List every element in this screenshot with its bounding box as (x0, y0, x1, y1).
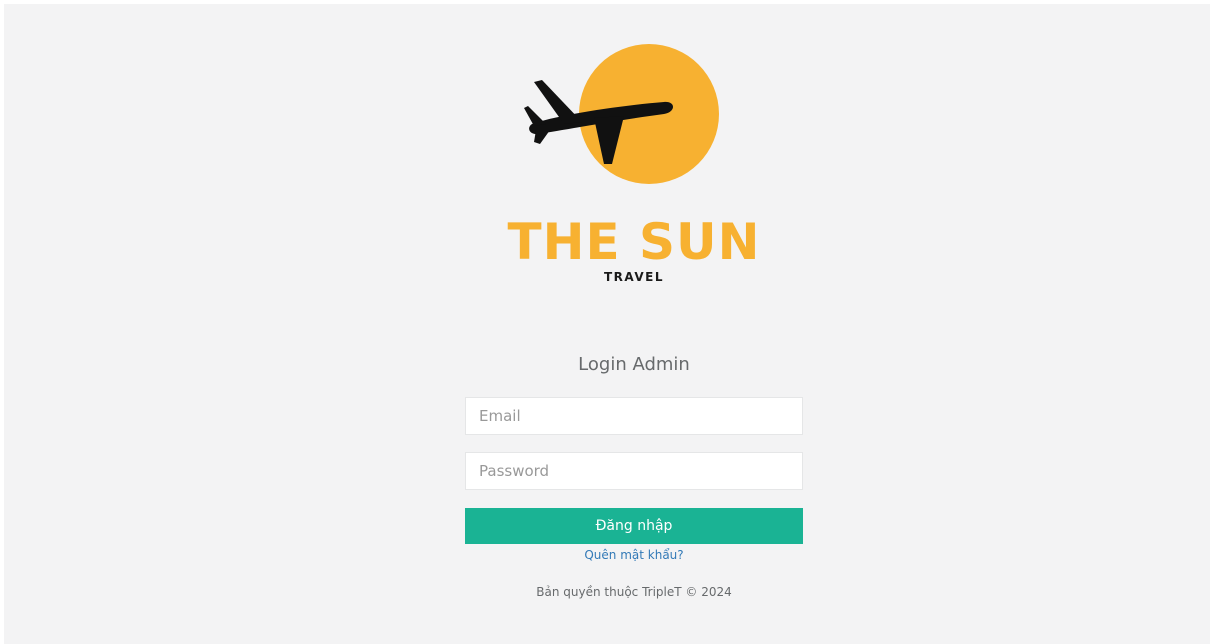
password-input[interactable] (465, 452, 803, 490)
login-button[interactable]: Đăng nhập (465, 508, 803, 544)
login-page: THE SUN TRAVEL Login Admin Đăng nhập Quê… (4, 4, 1210, 644)
sun-plane-logo-icon (524, 44, 719, 184)
email-input[interactable] (465, 397, 803, 435)
login-title: Login Admin (578, 354, 690, 375)
forgot-password-link[interactable]: Quên mật khẩu? (465, 548, 803, 562)
brand-subtitle: TRAVEL (603, 270, 665, 284)
brand-logo: THE SUN TRAVEL (4, 4, 1210, 304)
copyright-text: Bản quyền thuộc TripleT © 2024 (536, 585, 732, 599)
brand-title: THE SUN (507, 213, 761, 271)
